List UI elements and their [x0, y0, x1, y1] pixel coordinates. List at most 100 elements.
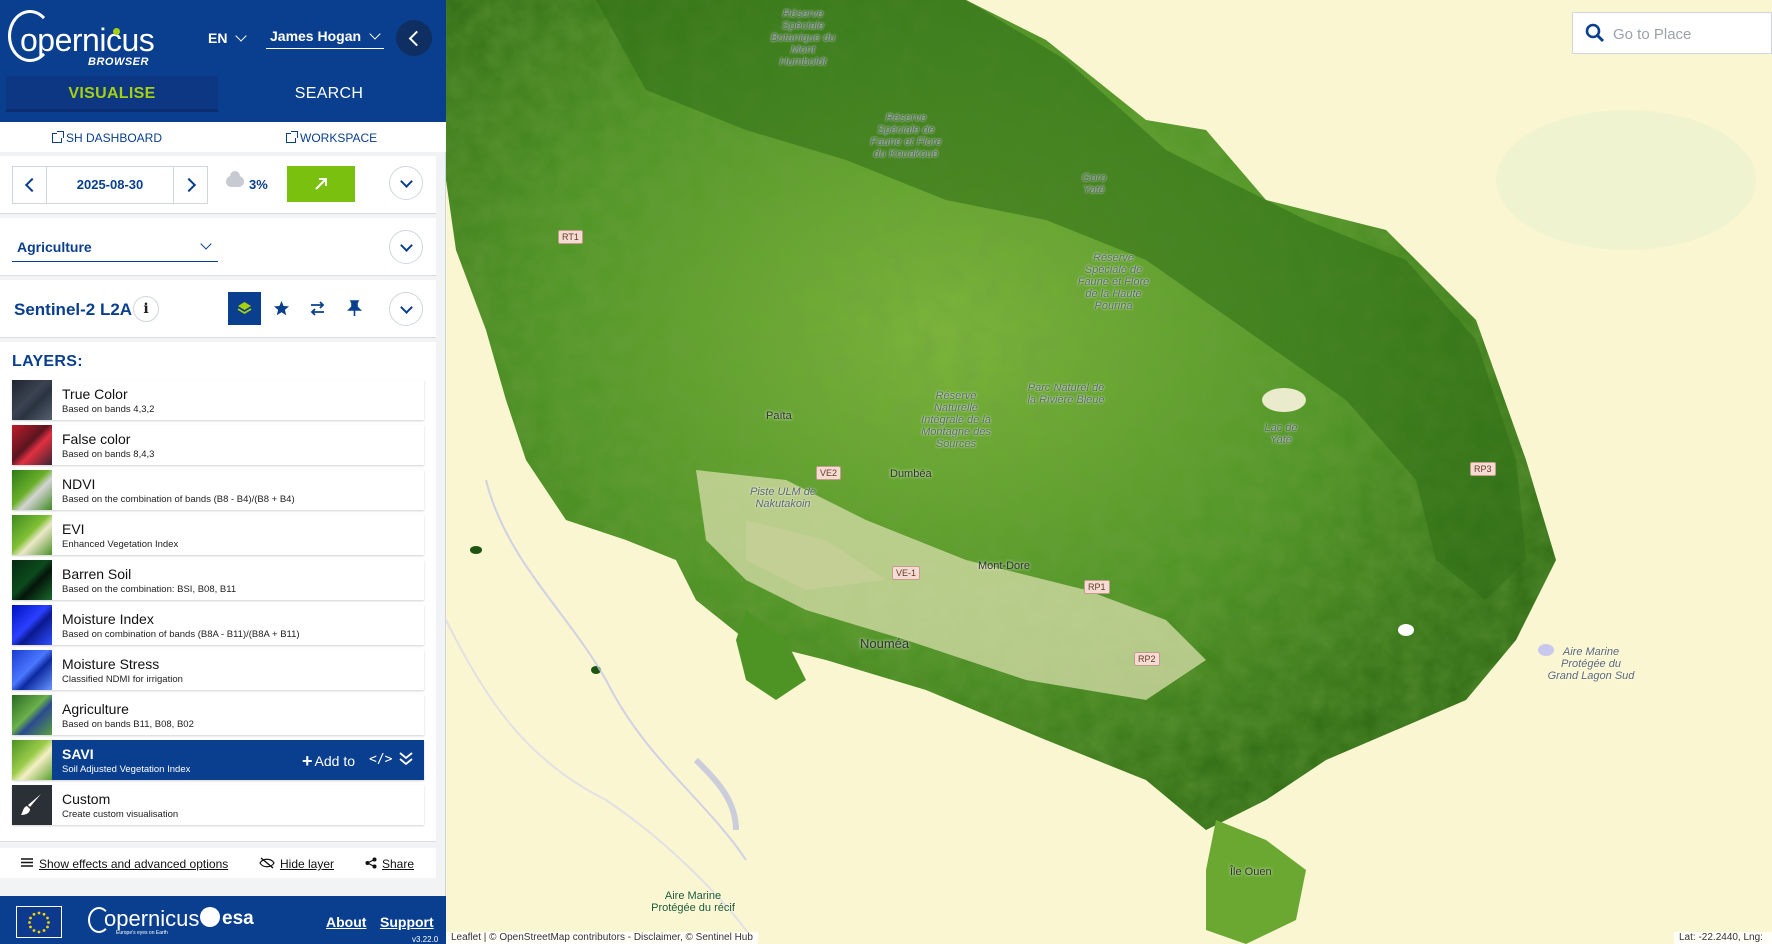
- support-link[interactable]: Support: [380, 914, 434, 930]
- tool-links: SH DASHBOARD WORKSPACE: [0, 122, 446, 152]
- layer-thumbnail: [12, 560, 52, 600]
- compare-button[interactable]: [301, 292, 334, 325]
- swap-arrows-icon: [310, 301, 325, 316]
- road-shield-ve2: VE2: [816, 466, 842, 480]
- hide-layer-link[interactable]: Hide layer: [280, 857, 334, 871]
- search-date-button[interactable]: [287, 166, 355, 202]
- show-effects-link[interactable]: Show effects and advanced options: [39, 857, 228, 871]
- road-shield-ve1: VE-1: [892, 566, 921, 580]
- eu-flag-logo: [16, 906, 62, 938]
- search-icon: [1585, 23, 1605, 43]
- plus-icon: +: [302, 751, 313, 771]
- savi-map-imagery: [446, 0, 1772, 944]
- layer-barren-soil[interactable]: Barren Soil Based on the combination: BS…: [12, 560, 424, 600]
- language-selector[interactable]: EN: [208, 30, 248, 46]
- layer-description: Create custom visualisation: [62, 809, 179, 820]
- layer-moisture-index[interactable]: Moisture Index Based on combination of b…: [12, 605, 424, 645]
- layer-thumbnail: [12, 380, 52, 420]
- layer-thumbnail: [12, 740, 52, 780]
- theme-selected: Agriculture: [17, 239, 92, 255]
- layer-savi[interactable]: SAVI Soil Adjusted Vegetation Index + Add…: [12, 740, 424, 780]
- layer-description: Based on the combination: BSI, B08, B11: [62, 584, 237, 595]
- tab-visualise[interactable]: VISUALISE: [6, 76, 218, 112]
- road-shield-rp3: RP3: [1470, 462, 1496, 476]
- layer-description: Soil Adjusted Vegetation Index: [62, 764, 191, 775]
- layer-moisture-stress[interactable]: Moisture Stress Classified NDMI for irri…: [12, 650, 424, 690]
- code-icon[interactable]: </>: [369, 752, 392, 767]
- user-menu[interactable]: James Hogan: [266, 28, 384, 49]
- eu-stars-icon: [28, 911, 50, 934]
- logo-dot-icon: [113, 28, 120, 35]
- pin-button[interactable]: [338, 292, 371, 325]
- date-value[interactable]: 2025-08-30: [47, 177, 173, 192]
- theme-select[interactable]: Agriculture: [12, 234, 218, 262]
- external-link-icon: [52, 131, 64, 143]
- map-label-parc-riviere-bleue: Parc Naturel de la Rivière Bleue: [1027, 382, 1105, 406]
- eye-slash-icon: [259, 857, 275, 869]
- map-label-ile-ouen: Île Ouen: [1230, 866, 1272, 878]
- add-to-button[interactable]: + Add to: [302, 750, 355, 771]
- layer-evi[interactable]: EVI Enhanced Vegetation Index: [12, 515, 424, 555]
- collapse-sidebar-button[interactable]: [396, 20, 432, 56]
- layer-name: Agriculture: [62, 701, 129, 717]
- map-label-noumea: Nouméa: [860, 636, 910, 651]
- search-placeholder: Go to Place: [1613, 26, 1692, 43]
- map-view[interactable]: Réserve Spéciale Botanique du Mont Humbo…: [446, 0, 1772, 944]
- layer-ndvi[interactable]: NDVI Based on the combination of bands (…: [12, 470, 424, 510]
- go-to-place-search[interactable]: Go to Place: [1572, 12, 1772, 54]
- user-name: James Hogan: [270, 28, 362, 44]
- layer-thumbnail: [12, 425, 52, 465]
- esa-circle-icon: [200, 906, 220, 927]
- date-picker: 2025-08-30: [12, 166, 208, 204]
- layer-thumbnail: [12, 650, 52, 690]
- layers-icon: [237, 302, 252, 315]
- layer-name: Moisture Index: [62, 611, 154, 627]
- road-shield-rp1: RP1: [1084, 580, 1110, 594]
- date-panel-toggle[interactable]: [389, 166, 423, 200]
- map-attribution: Leaflet | © OpenStreetMap contributors -…: [446, 932, 758, 944]
- sh-dashboard-link[interactable]: SH DASHBOARD: [52, 131, 162, 145]
- layers-view-button[interactable]: [228, 292, 261, 325]
- layers-heading: LAYERS:: [12, 353, 83, 370]
- map-label-reserve-montagne: Réserve Naturelle Intégrale de la Montag…: [921, 390, 991, 450]
- next-date-button[interactable]: [173, 167, 207, 203]
- arrow-up-right-icon: [315, 178, 327, 190]
- tab-search[interactable]: SEARCH: [220, 76, 438, 112]
- cursor-coordinates: Lat: -22.2440, Lng:: [1674, 932, 1772, 944]
- esa-text: esa: [222, 908, 254, 929]
- layer-name: True Color: [62, 386, 128, 402]
- share-link[interactable]: Share: [382, 857, 414, 871]
- layer-false-color[interactable]: False color Based on bands 8,4,3: [12, 425, 424, 465]
- copernicus-browser-logo[interactable]: opernicus BROWSER: [8, 10, 158, 68]
- external-link-icon: [286, 131, 298, 143]
- layer-true-color[interactable]: True Color Based on bands 4,3,2: [12, 380, 424, 420]
- double-chevron-down-icon[interactable]: [398, 750, 414, 768]
- map-label-aire-marine-lagon: Aire Marine Protégée du Grand Lagon Sud: [1547, 646, 1635, 682]
- theme-panel-toggle[interactable]: [389, 230, 423, 264]
- workspace-link[interactable]: WORKSPACE: [286, 131, 377, 145]
- about-link[interactable]: About: [326, 914, 366, 930]
- logo-text: opernicus: [20, 22, 155, 58]
- pin-icon: [347, 300, 362, 316]
- layer-name: Barren Soil: [62, 566, 132, 582]
- chevron-down-icon: [235, 30, 248, 42]
- sh-dashboard-label: SH DASHBOARD: [66, 131, 163, 145]
- previous-date-button[interactable]: [13, 167, 47, 203]
- layer-description: Based on combination of bands (B8A - B11…: [62, 629, 300, 640]
- star-icon: [274, 301, 289, 316]
- layer-name: Custom: [62, 791, 111, 807]
- layer-agriculture[interactable]: Agriculture Based on bands B11, B08, B02: [12, 695, 424, 735]
- layer-custom[interactable]: Custom Create custom visualisation: [12, 785, 424, 825]
- dataset-title: Sentinel-2 L2A: [14, 300, 133, 319]
- map-label-lac-yate: Lac de Yaté: [1264, 422, 1298, 446]
- layer-description: Based on the combination of bands (B8 - …: [62, 494, 295, 505]
- layer-name: SAVI: [62, 746, 94, 762]
- sliders-icon: [21, 858, 33, 867]
- layer-name: Moisture Stress: [62, 656, 160, 672]
- dataset-panel-toggle[interactable]: [389, 292, 423, 326]
- map-label-reserve-kouakoue: Réserve Spéciale de Faune et Flore du Ko…: [870, 112, 942, 160]
- layer-thumbnail: [12, 470, 52, 510]
- info-button[interactable]: i: [133, 296, 159, 322]
- layer-description: Classified NDMI for irrigation: [62, 674, 183, 685]
- pins-favourites-button[interactable]: [265, 292, 298, 325]
